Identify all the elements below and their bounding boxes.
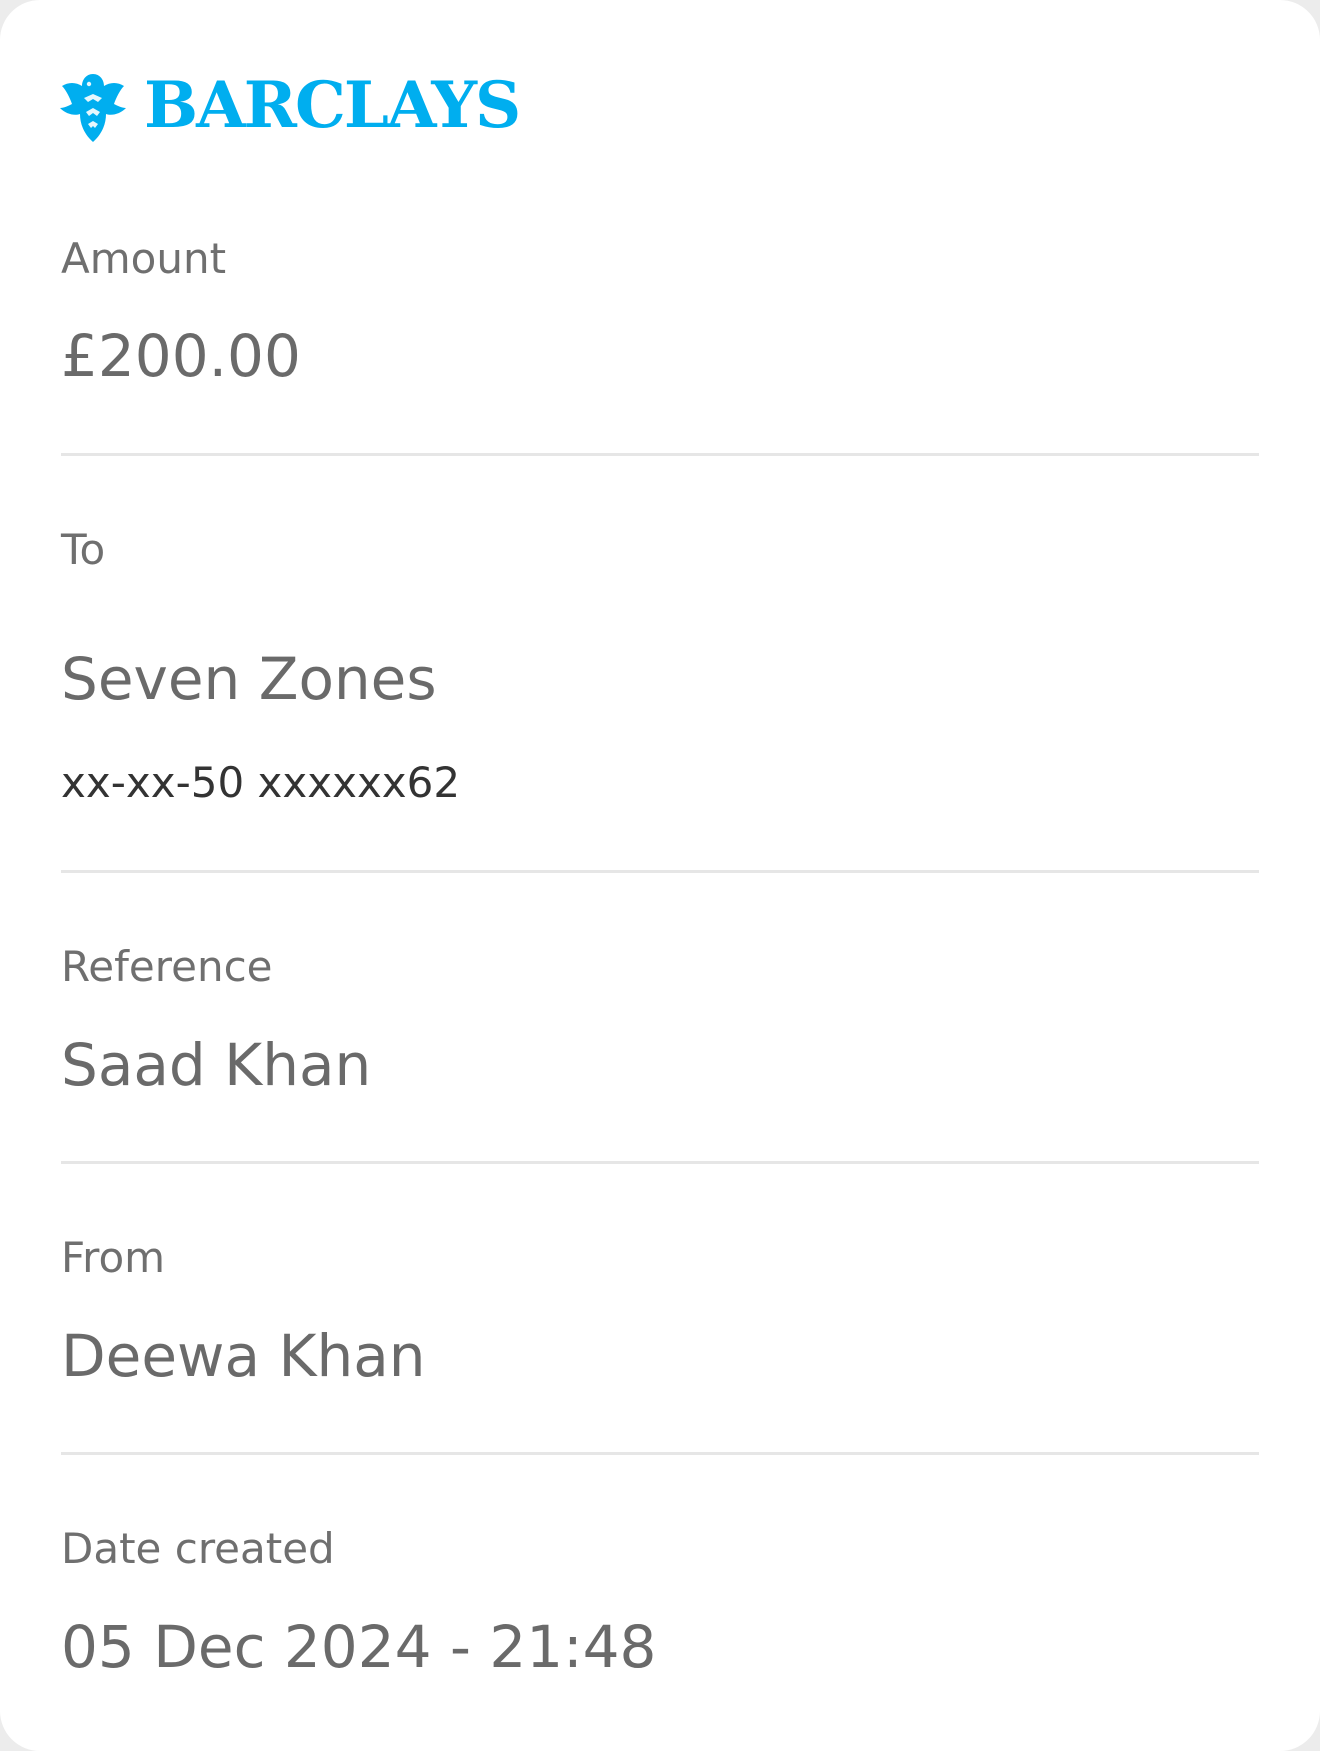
to-label: To (61, 525, 106, 574)
brand-name: BARCLAYS (144, 68, 521, 143)
from-value: Deewa Khan (61, 1322, 426, 1390)
reference-value: Saad Khan (61, 1031, 372, 1099)
payment-details-card: BARCLAYS Amount £200.00 To Seven Zones x… (0, 0, 1320, 1751)
eagle-icon (60, 74, 126, 142)
divider (61, 1161, 1259, 1164)
recipient-name: Seven Zones (61, 645, 437, 713)
barclays-logo: BARCLAYS (58, 66, 521, 146)
from-label: From (61, 1233, 166, 1282)
amount-value: £200.00 (61, 322, 301, 390)
amount-label: Amount (61, 234, 227, 283)
date-created-label: Date created (61, 1524, 335, 1573)
divider (61, 870, 1259, 873)
reference-label: Reference (61, 942, 273, 991)
recipient-account: xx-xx-50 xxxxxx62 (61, 758, 461, 807)
date-created-value: 05 Dec 2024 - 21:48 (61, 1613, 657, 1681)
divider (61, 453, 1259, 456)
divider (61, 1452, 1259, 1455)
